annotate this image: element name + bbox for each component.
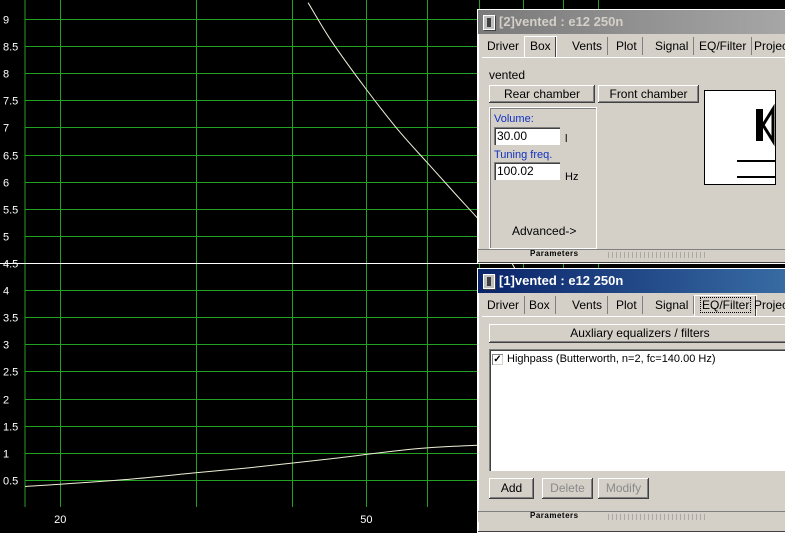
tuning-freq-label: Tuning freq. [494, 149, 553, 161]
y-tick-label: 2 [3, 395, 9, 407]
tab-plot[interactable]: Plot [611, 296, 643, 314]
tab-eq-filter[interactable]: EQ/Filter [694, 37, 753, 55]
volume-label: Volume: [494, 113, 534, 125]
y-tick-label: 3 [3, 340, 9, 352]
y-tick-label: 5.5 [3, 205, 18, 217]
advanced-link[interactable]: Advanced-> [512, 224, 576, 238]
tuning-freq-input[interactable]: 100.02 [494, 162, 560, 180]
volume-input[interactable]: 30.00 [494, 127, 560, 145]
modify-button[interactable]: Modify [598, 478, 649, 499]
tab-vents[interactable]: Vents [567, 37, 609, 55]
status-grip [608, 514, 708, 520]
box-status-label: Parameters [530, 249, 579, 258]
y-tick-label: 4 [3, 286, 9, 298]
tab-divider [482, 316, 785, 317]
eq-window-tabs: Driver Box Vents Plot Signal EQ/Filter P… [482, 295, 785, 317]
add-button[interactable]: Add [489, 478, 534, 499]
x-tick-label: 20 [54, 514, 66, 526]
tab-signal[interactable]: Signal [650, 296, 695, 314]
y-tick-label: 0.5 [3, 476, 18, 488]
y-tick-label: 7 [3, 123, 9, 135]
y-tick-label: 8.5 [3, 42, 18, 54]
box-window: [2]vented : e12 250n Driver Box Vents Pl… [477, 9, 785, 264]
box-window-title: [2]vented : e12 250n [499, 14, 624, 29]
front-chamber-button[interactable]: Front chamber [598, 85, 699, 103]
eq-window: [1]vented : e12 250n Driver Box Vents Pl… [477, 268, 785, 533]
delete-button[interactable]: Delete [542, 478, 593, 499]
tab-signal[interactable]: Signal [650, 37, 695, 55]
y-tick-label: 7.5 [3, 96, 18, 108]
eq-window-statusbar: Parameters [478, 511, 785, 522]
aux-equalizers-header[interactable]: Auxliary equalizers / filters [489, 324, 785, 343]
filter-list[interactable]: ✓ Highpass (Butterworth, n=2, fc=140.00 … [489, 349, 785, 471]
tab-project[interactable]: Project [749, 296, 785, 314]
y-tick-label: 9 [3, 15, 9, 27]
box-window-tabs: Driver Box Vents Plot Signal EQ/Filter P… [482, 36, 785, 58]
eq-status-label: Parameters [530, 511, 579, 520]
tab-project[interactable]: Project [749, 37, 785, 55]
tab-vents[interactable]: Vents [567, 296, 609, 314]
tab-plot[interactable]: Plot [611, 37, 643, 55]
filter-item-label: Highpass (Butterworth, n=2, fc=140.00 Hz… [507, 353, 716, 365]
y-tick-label: 3.5 [3, 313, 18, 325]
y-tick-label: 6.5 [3, 151, 18, 163]
window-app-icon [483, 274, 495, 289]
tab-box[interactable]: Box [524, 36, 557, 57]
eq-window-title: [1]vented : e12 250n [499, 273, 624, 288]
eq-window-titlebar[interactable]: [1]vented : e12 250n [478, 269, 785, 293]
box-type-label: vented [489, 68, 526, 82]
status-grip [608, 252, 708, 258]
tab-divider [482, 57, 785, 58]
window-app-icon [483, 15, 495, 30]
y-tick-label: 5 [3, 232, 9, 244]
y-tick-label: 6 [3, 178, 9, 190]
y-tick-label: 1 [3, 449, 9, 461]
tuning-freq-unit: Hz [565, 171, 579, 183]
filter-checkbox[interactable]: ✓ [492, 354, 503, 365]
x-tick-label: 50 [360, 514, 372, 526]
tab-eq-filter[interactable]: EQ/Filter [694, 295, 758, 316]
tab-box[interactable]: Box [524, 296, 556, 314]
box-diagram-icon [704, 90, 776, 185]
rear-chamber-button[interactable]: Rear chamber [489, 85, 595, 103]
tab-driver[interactable]: Driver [482, 37, 525, 55]
tab-driver[interactable]: Driver [482, 296, 525, 314]
y-tick-label: 1.5 [3, 422, 18, 434]
y-tick-label: 8 [3, 69, 9, 81]
y-tick-label: 4.5 [3, 259, 18, 271]
y-tick-label: 2.5 [3, 367, 18, 379]
volume-unit: l [565, 133, 568, 145]
y-axis-ticks: 9 8.5 8 7.5 7 6.5 6 5.5 5 4.5 4 3.5 3 2.5 2 1.5 1 0.5 [3, 15, 18, 488]
box-window-titlebar[interactable]: [2]vented : e12 250n [478, 10, 785, 34]
box-window-statusbar: Parameters [478, 249, 785, 260]
